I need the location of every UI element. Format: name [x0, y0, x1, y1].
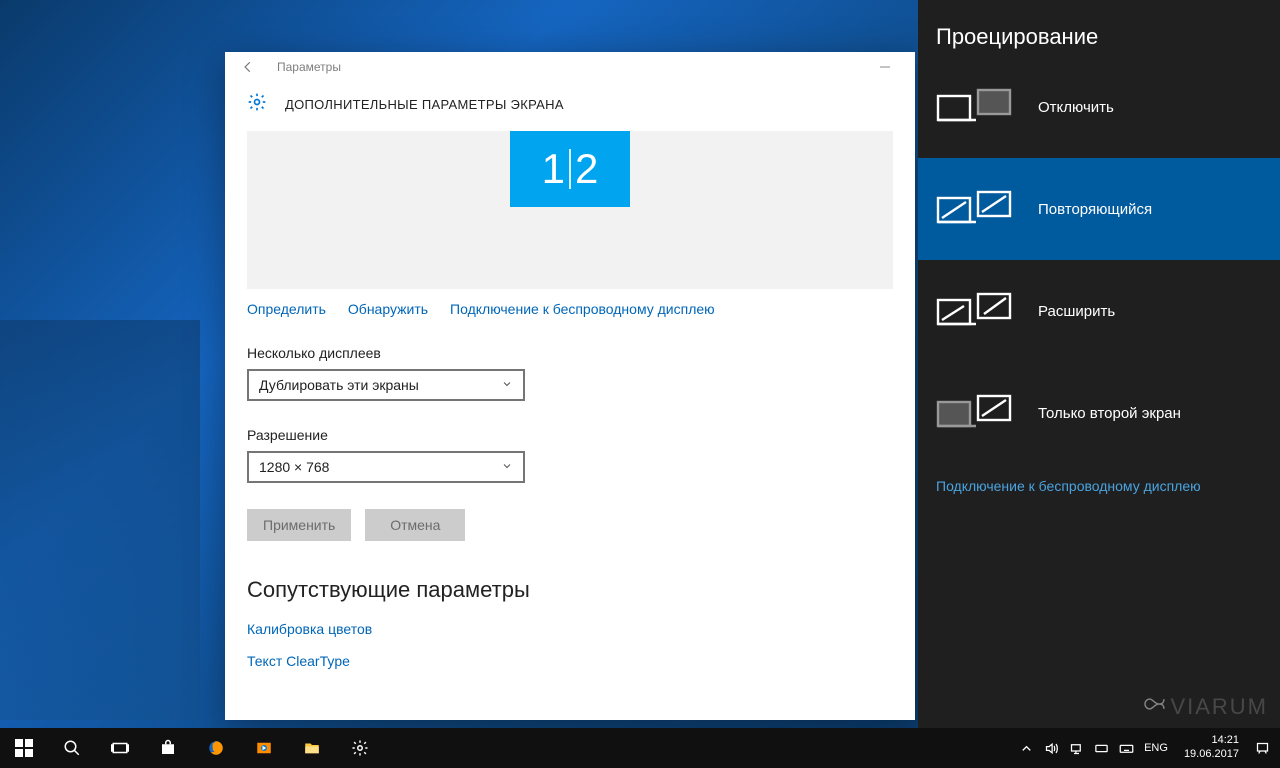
project-item-second-only[interactable]: Только второй экран: [918, 362, 1280, 464]
chevron-down-icon: [501, 459, 513, 475]
resolution-select[interactable]: 1280 × 768: [247, 451, 525, 483]
tray-chevron-icon[interactable]: [1019, 741, 1034, 756]
multi-displays-select[interactable]: Дублировать эти экраны: [247, 369, 525, 401]
project-item-disconnect[interactable]: Отключить: [918, 56, 1280, 158]
search-button[interactable]: [48, 728, 96, 768]
related-title: Сопутствующие параметры: [247, 577, 893, 603]
calibration-link[interactable]: Калибровка цветов: [247, 621, 893, 637]
gear-icon: [247, 92, 267, 117]
project-item-label: Повторяющийся: [1038, 201, 1152, 218]
keyboard-icon[interactable]: [1119, 741, 1134, 756]
project-item-label: Расширить: [1038, 303, 1115, 320]
system-tray: ENG 14:21 19.06.2017: [1019, 734, 1280, 762]
input-icon[interactable]: [1094, 741, 1109, 756]
tile-separator: [569, 149, 571, 189]
clock[interactable]: 14:21 19.06.2017: [1178, 734, 1245, 762]
multi-displays-value: Дублировать эти экраны: [259, 377, 419, 393]
taskbar: ENG 14:21 19.06.2017: [0, 728, 1280, 768]
multi-displays-label: Несколько дисплеев: [247, 345, 893, 361]
identify-link[interactable]: Обнаружить: [348, 301, 428, 317]
watermark: VIARUM: [1138, 694, 1268, 720]
project-wireless-link[interactable]: Подключение к беспроводному дисплею: [918, 464, 1280, 494]
window-title: Параметры: [277, 60, 341, 74]
file-explorer-icon[interactable]: [288, 728, 336, 768]
start-button[interactable]: [0, 728, 48, 768]
media-player-icon[interactable]: [240, 728, 288, 768]
cancel-button[interactable]: Отмена: [365, 509, 465, 541]
wireless-link[interactable]: Подключение к беспроводному дисплею: [450, 301, 715, 317]
settings-taskbar-icon[interactable]: [336, 728, 384, 768]
page-title: ДОПОЛНИТЕЛЬНЫЕ ПАРАМЕТРЫ ЭКРАНА: [285, 97, 564, 112]
project-item-label: Только второй экран: [1038, 405, 1181, 422]
detect-link[interactable]: Определить: [247, 301, 326, 317]
store-icon[interactable]: [144, 728, 192, 768]
display-preview[interactable]: 1 2: [247, 131, 893, 289]
project-extend-icon: [936, 287, 1014, 335]
minimize-button[interactable]: [862, 52, 907, 82]
resolution-value: 1280 × 768: [259, 459, 329, 475]
project-title: Проецирование: [918, 0, 1280, 56]
project-duplicate-icon: [936, 185, 1014, 233]
apply-button[interactable]: Применить: [247, 509, 351, 541]
project-panel: Проецирование Отключить Повторяющийся: [918, 0, 1280, 728]
cleartype-link[interactable]: Текст ClearType: [247, 653, 893, 669]
infinity-icon: [1138, 694, 1166, 720]
project-second-icon: [936, 389, 1014, 437]
date: 19.06.2017: [1184, 748, 1239, 762]
volume-icon[interactable]: [1044, 741, 1059, 756]
settings-window: Параметры ДОПОЛНИТЕЛЬНЫЕ ПАРАМЕТРЫ ЭКРАН…: [225, 52, 915, 720]
desktop: Параметры ДОПОЛНИТЕЛЬНЫЕ ПАРАМЕТРЫ ЭКРАН…: [0, 0, 1280, 768]
time: 14:21: [1184, 734, 1239, 748]
display-tile-combined[interactable]: 1 2: [510, 131, 630, 207]
display-number-1: 1: [542, 145, 565, 193]
resolution-label: Разрешение: [247, 427, 893, 443]
back-button[interactable]: [233, 52, 263, 82]
language-indicator[interactable]: ENG: [1144, 742, 1168, 754]
task-view-button[interactable]: [96, 728, 144, 768]
project-disconnect-icon: [936, 83, 1014, 131]
firefox-icon[interactable]: [192, 728, 240, 768]
display-number-2: 2: [575, 145, 598, 193]
titlebar: Параметры: [225, 52, 915, 82]
project-item-duplicate[interactable]: Повторяющийся: [918, 158, 1280, 260]
action-center-icon[interactable]: [1255, 741, 1270, 756]
chevron-down-icon: [501, 377, 513, 393]
watermark-text: VIARUM: [1170, 694, 1268, 720]
network-icon[interactable]: [1069, 741, 1084, 756]
project-item-extend[interactable]: Расширить: [918, 260, 1280, 362]
project-item-label: Отключить: [1038, 99, 1114, 116]
